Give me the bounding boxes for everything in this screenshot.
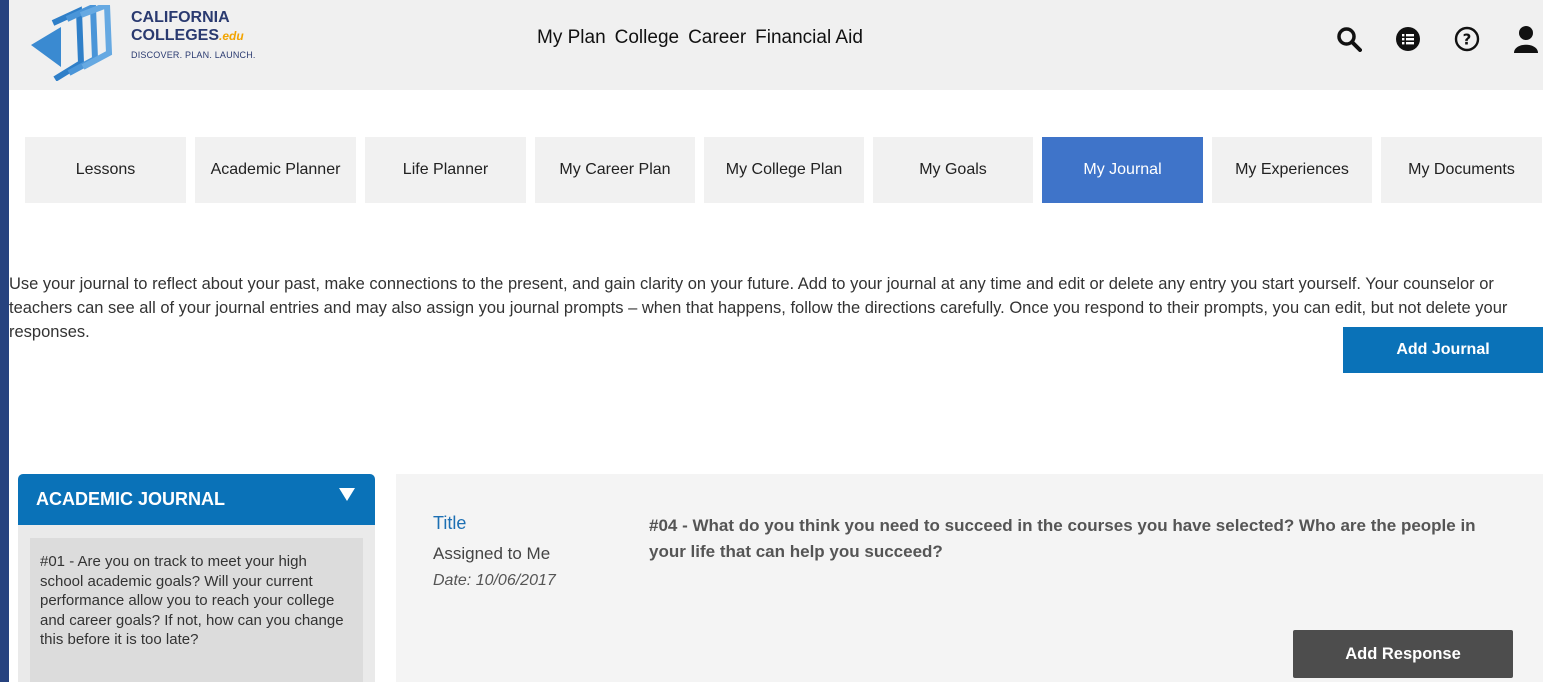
app-frame: CALIFORNIA COLLEGES.edu DISCOVER. PLAN. … [9,0,1543,682]
nav-my-plan[interactable]: My Plan [537,27,606,49]
help-icon[interactable]: ? [1450,22,1484,56]
brand: CALIFORNIA COLLEGES.edu DISCOVER. PLAN. … [131,9,256,60]
tab-lessons[interactable]: Lessons [25,137,186,203]
tab-my-experiences[interactable]: My Experiences [1212,137,1372,203]
entry-title-label: Title [433,513,467,533]
list-icon[interactable] [1391,22,1425,56]
tab-my-career-plan[interactable]: My Career Plan [535,137,695,203]
journal-category-panel: ACADEMIC JOURNAL #01 - Are you on track … [18,474,375,682]
brand-edu: .edu [219,29,244,43]
tab-my-journal[interactable]: My Journal [1042,137,1203,203]
add-journal-button[interactable]: Add Journal [1343,327,1543,373]
brand-line1: CALIFORNIA [131,9,230,26]
entry-question: #04 - What do you think you need to succ… [649,516,1476,561]
svg-text:?: ? [1463,31,1472,49]
entry-date: Date: 10/06/2017 [433,572,556,589]
brand-tagline: DISCOVER. PLAN. LAUNCH. [131,50,256,60]
nav-college[interactable]: College [615,27,679,49]
entry-assigned-label: Assigned to Me [433,544,551,563]
header-icons: ? [1307,22,1543,56]
tab-life-planner[interactable]: Life Planner [365,137,526,203]
top-nav: My Plan College Career Financial Aid [537,27,863,49]
caret-down-icon[interactable] [339,486,355,507]
journal-category-header[interactable]: ACADEMIC JOURNAL [18,474,375,525]
tab-my-documents[interactable]: My Documents [1381,137,1542,203]
journal-prompt-item[interactable]: #01 - Are you on track to meet your high… [30,538,363,682]
nav-career[interactable]: Career [688,27,746,49]
add-response-button[interactable]: Add Response [1293,630,1513,678]
search-icon[interactable] [1332,22,1366,56]
brand-colleges: COLLEGES [131,27,220,44]
planner-tabs: Lessons Academic Planner Life Planner My… [25,137,1542,203]
tab-my-goals[interactable]: My Goals [873,137,1033,203]
nav-financial-aid[interactable]: Financial Aid [755,27,863,49]
logo-icon[interactable] [23,0,113,82]
tab-academic-planner[interactable]: Academic Planner [195,137,356,203]
journal-category-title: ACADEMIC JOURNAL [36,489,225,509]
journal-intro: Use your journal to reflect about your p… [9,274,1508,341]
brand-line2: COLLEGES.edu [131,27,256,45]
journal-entry-panel: Title Assigned to Me Date: 10/06/2017 #0… [396,474,1543,682]
site-header: CALIFORNIA COLLEGES.edu DISCOVER. PLAN. … [9,0,1543,90]
tab-my-college-plan[interactable]: My College Plan [704,137,864,203]
user-icon[interactable] [1509,22,1543,56]
